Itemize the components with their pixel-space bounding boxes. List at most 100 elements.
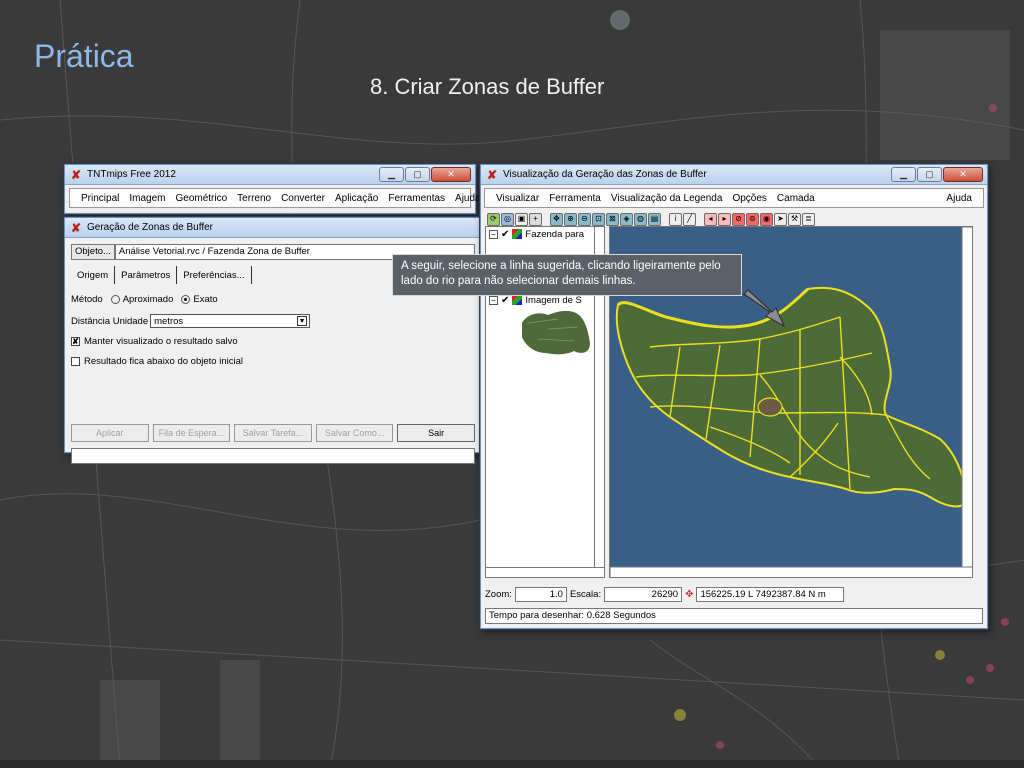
tool-icon[interactable]: ⚒ [788,212,801,226]
zoom-layer-icon[interactable]: ◈ [620,212,633,226]
slide-subtitle: 8. Criar Zonas de Buffer [370,74,605,99]
zoom-input[interactable]: 1.0 [514,587,567,602]
coordinates-field: 156225.19 L 7492387.84 N m [696,587,845,602]
instruction-callout: A seguir, selecione a linha sugerida, cl… [392,254,742,296]
minimize-button[interactable]: ▁ [891,167,916,182]
pointer-icon[interactable]: ➤ [774,212,787,226]
scale-input[interactable]: 26290 [604,587,683,602]
buffer-app-icon: ✘ [70,220,82,235]
menu-visualizar[interactable]: Visualizar [491,193,544,204]
buffer-titlebar[interactable]: ✘ Geração de Zonas de Buffer [65,218,481,238]
radio-exato[interactable] [181,294,191,304]
close-button[interactable]: ✕ [943,167,983,182]
add-layer-icon[interactable]: + [529,212,542,226]
menu-ajuda[interactable]: Ajuda [941,193,977,204]
menu-opcoes[interactable]: Opções [727,193,771,204]
layer-checkbox[interactable]: ✔ [501,229,509,240]
minimize-button[interactable]: ▁ [379,167,404,182]
maximize-button[interactable]: ▢ [405,167,430,182]
layer-name: Imagem de S [525,294,582,306]
vis-titlebar[interactable]: ✘ Visualização da Geração das Zonas de B… [481,165,987,185]
menu-imagem[interactable]: Imagem [124,193,170,204]
stop-icon[interactable]: ⊘ [732,212,745,226]
tab-origem[interactable]: Origem [71,266,116,284]
arrow-left-icon[interactable]: ◂ [704,212,717,226]
zoom-label: Zoom: [485,589,512,600]
collapse-icon[interactable]: − [489,229,498,239]
zoom-full-icon[interactable]: ⊠ [606,212,619,226]
layer-icon [512,229,523,239]
apply-button[interactable]: Aplicar [71,424,149,442]
arrow-right-icon[interactable]: ▸ [718,212,731,226]
tntmips-app-icon: ✘ [70,167,82,182]
tntmips-window: ✘ TNTmips Free 2012 ▁ ▢ ✕ Principal Imag… [64,164,481,214]
menu-converter[interactable]: Converter [276,193,330,204]
tntmips-menubar: Principal Imagem Geométrico Terreno Conv… [69,188,481,208]
layers-icon[interactable]: ◎ [501,212,514,226]
tab-parametros[interactable]: Parâmetros [115,266,178,284]
save-as-button[interactable]: Salvar Como... [315,424,394,442]
save-task-button[interactable]: Salvar Tarefa... [234,424,312,442]
menu-geometrico[interactable]: Geométrico [170,193,232,204]
tab-preferencias[interactable]: Preferências... [177,266,252,284]
buffer-status-box [71,448,475,464]
vis-title: Visualização da Geração das Zonas de Buf… [503,169,707,180]
collapse-icon[interactable]: − [489,295,498,305]
menu-aplicacao[interactable]: Aplicação [330,193,383,204]
globe-icon[interactable]: ◍ [634,212,647,226]
buffer-title: Geração de Zonas de Buffer [87,222,214,233]
vis-app-icon: ✘ [486,167,498,182]
vis-status-line: Tempo para desenhar: 0.628 Segundos [485,608,983,624]
layer-name: Fazenda para [525,228,585,240]
visualization-window: ✘ Visualização da Geração das Zonas de B… [480,164,988,629]
zoom-in-icon[interactable]: ⊕ [564,212,577,226]
info-icon[interactable]: i [669,212,682,226]
find-icon[interactable]: ⊚ [746,212,759,226]
vis-menubar: Visualizar Ferramenta Visualização da Le… [484,188,984,208]
tntmips-title: TNTmips Free 2012 [87,169,176,180]
close-button[interactable]: ✕ [431,167,471,182]
menu-terreno[interactable]: Terreno [232,193,276,204]
result-below-checkbox[interactable] [71,356,80,366]
coordinates-icon[interactable]: ✥ [685,589,693,600]
method-label: Método [71,293,103,305]
slide-title: Prática [34,38,134,74]
radio-exato-label: Exato [193,293,218,305]
redraw-icon[interactable]: ⟳ [487,212,500,226]
menu-ferramentas[interactable]: Ferramentas [383,193,450,204]
radio-aproximado[interactable] [110,294,120,304]
exit-button[interactable]: Sair [397,424,475,442]
pan-icon[interactable]: ✥ [550,212,563,226]
buffer-button-row: Aplicar Fila de Espera... Salvar Tarefa.… [71,424,475,442]
layer-thumbnail [522,310,590,355]
menu-visualizacao-legenda[interactable]: Visualização da Legenda [606,193,728,204]
keep-result-label: Manter visualizado o resultado salvo [84,335,238,347]
layer-checkbox[interactable]: ✔ [501,295,509,306]
maximize-button[interactable]: ▢ [917,167,942,182]
layer-row-fazenda[interactable]: − ✔ Fazenda para [486,227,584,241]
camera-icon[interactable]: ▤ [648,212,661,226]
menu-camada[interactable]: Camada [772,193,820,204]
layer-icon [512,295,523,305]
select-icon[interactable]: ▣ [515,212,528,226]
pointer-arrow-icon [743,289,786,328]
keep-result-checkbox[interactable]: ✘ [71,336,80,346]
measure-icon[interactable]: ╱ [683,212,696,226]
tntmips-titlebar[interactable]: ✘ TNTmips Free 2012 ▁ ▢ ✕ [65,165,475,185]
legend-icon[interactable]: ≣ [802,212,815,226]
radio-aproximado-label: Aproximado [122,293,174,305]
zoom-out-icon[interactable]: ⊖ [578,212,591,226]
legend-horizontal-scrollbar[interactable] [486,567,604,577]
object-button[interactable]: Objeto... [71,244,115,260]
buffer-dialog: ✘ Geração de Zonas de Buffer Objeto... A… [64,217,482,464]
zoom-box-icon[interactable]: ⊡ [592,212,605,226]
menu-ferramenta[interactable]: Ferramenta [544,193,606,204]
queue-button[interactable]: Fila de Espera... [152,424,231,442]
distance-unit-label: Distância Unidade [71,315,149,327]
menu-principal[interactable]: Principal [76,193,124,204]
vis-toolbar: ⟳ ◎ ▣ + ✥ ⊕ ⊖ ⊡ ⊠ ◈ ◍ ▤ i ╱ ◂ ▸ ⊘ ⊚ ◉ ➤ … [481,211,987,227]
target-icon[interactable]: ◉ [760,212,773,226]
zoom-row: Zoom: 1.0 Escala: 26290 ✥ 156225.19 L 74… [485,587,845,602]
scale-label: Escala: [569,589,602,600]
distance-unit-select[interactable]: metros ▼ [150,314,311,328]
